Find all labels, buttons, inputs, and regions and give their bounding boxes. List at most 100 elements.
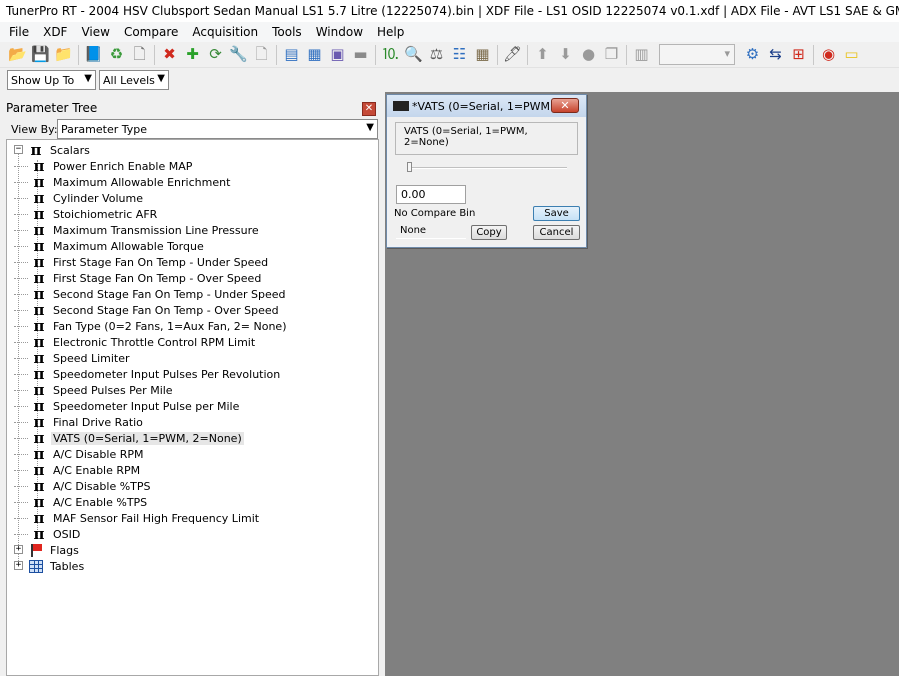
menu-tools[interactable]: Tools: [265, 22, 309, 42]
scalar-item[interactable]: π Second Stage Fan On Temp - Under Speed: [14, 286, 287, 302]
open-folder-button[interactable]: 📂: [6, 44, 29, 66]
grid-button[interactable]: ▦: [303, 44, 326, 66]
scalar-item[interactable]: π First Stage Fan On Temp - Under Speed: [14, 254, 270, 270]
toolbar-combo[interactable]: [659, 44, 735, 65]
copy-pages-button[interactable]: ❐: [600, 44, 623, 66]
scalar-item[interactable]: π A/C Disable RPM: [14, 446, 145, 462]
scalar-item[interactable]: π Cylinder Volume: [14, 190, 145, 206]
scalar-value-input[interactable]: 0.00: [396, 185, 466, 204]
collapse-toggle[interactable]: −: [14, 145, 23, 154]
dialog-title-bar[interactable]: *VATS (0=Serial, 1=PWM... ✕: [387, 95, 586, 117]
scalar-label: Fan Type (0=2 Fans, 1=Aux Fan, 2= None): [53, 319, 287, 333]
record-icon: ●: [581, 45, 596, 63]
expand-toggle[interactable]: +: [14, 545, 23, 554]
dialog-close-button[interactable]: ✕: [551, 98, 579, 113]
scalar-item[interactable]: π Speedometer Input Pulses Per Revolution: [14, 366, 282, 382]
panel-close-button[interactable]: ✕: [362, 102, 376, 116]
scalar-item[interactable]: π Second Stage Fan On Temp - Over Speed: [14, 302, 281, 318]
tree-node-tables[interactable]: + Tables: [13, 558, 86, 574]
toolbar-separator: [375, 44, 376, 65]
calculator-button[interactable]: ▦: [471, 44, 494, 66]
search-button[interactable]: 🔍: [402, 44, 425, 66]
hierarchy-icon: ☷: [452, 45, 467, 63]
copy-button[interactable]: Copy: [471, 225, 507, 240]
adx-button[interactable]: ♻: [105, 44, 128, 66]
scalar-item[interactable]: π Final Drive Ratio: [14, 414, 145, 430]
hierarchy-button[interactable]: ☷: [448, 44, 471, 66]
scalar-item[interactable]: π First Stage Fan On Temp - Over Speed: [14, 270, 263, 286]
parameter-tree[interactable]: − π Scalars π Power Enrich Enable MAP π Max…: [6, 139, 379, 676]
window-button[interactable]: ▤: [280, 44, 303, 66]
view-by-select[interactable]: Parameter Type ▼: [57, 119, 378, 139]
new-doc-button[interactable]: 🗋: [128, 44, 151, 66]
scalar-item[interactable]: π MAF Sensor Fail High Frequency Limit: [14, 510, 261, 526]
scalar-item[interactable]: π Stoichiometric AFR: [14, 206, 159, 222]
scalar-item[interactable]: π Speedometer Input Pulse per Mile: [14, 398, 241, 414]
tree-node-scalars[interactable]: − π Scalars: [13, 142, 92, 158]
menu-compare[interactable]: Compare: [117, 22, 185, 42]
add-button[interactable]: ✚: [181, 44, 204, 66]
save-button[interactable]: 💾: [29, 44, 52, 66]
dialog-button[interactable]: ▣: [326, 44, 349, 66]
menu-view[interactable]: View: [74, 22, 116, 42]
gauge-button[interactable]: ◉: [817, 44, 840, 66]
value-slider-track[interactable]: [407, 167, 567, 169]
value-slider-thumb[interactable]: [407, 162, 412, 172]
delete-button[interactable]: ✖: [158, 44, 181, 66]
compare-scale-button[interactable]: ⚖: [425, 44, 448, 66]
expand-toggle[interactable]: +: [14, 561, 23, 570]
menu-file[interactable]: File: [2, 22, 36, 42]
arrow-down-button[interactable]: ⬇: [554, 44, 577, 66]
scalar-item[interactable]: π Fan Type (0=2 Fans, 1=Aux Fan, 2= None): [14, 317, 289, 335]
plug-button[interactable]: 🖊: [501, 44, 524, 66]
pi-icon: π: [33, 237, 45, 255]
scalar-item[interactable]: π A/C Enable %TPS: [14, 494, 149, 510]
scalar-label: First Stage Fan On Temp - Over Speed: [53, 271, 262, 285]
scalar-item[interactable]: π VATS (0=Serial, 1=PWM, 2=None): [14, 430, 244, 446]
settings-gear-button[interactable]: ⚙: [741, 44, 764, 66]
scalar-label: Stoichiometric AFR: [53, 207, 158, 221]
levels-select[interactable]: All Levels ▼: [99, 70, 169, 90]
scalar-item[interactable]: π Speed Limiter: [14, 350, 132, 366]
save-button[interactable]: Save: [533, 206, 580, 221]
pi-icon: π: [30, 141, 42, 159]
tree-node-flags[interactable]: + Flags: [13, 542, 81, 558]
emulator-chip-button[interactable]: ⊞: [787, 44, 810, 66]
tree-guide-line: [14, 438, 28, 439]
scalar-label: Cylinder Volume: [53, 191, 143, 205]
scalar-item[interactable]: π Maximum Allowable Enrichment: [14, 174, 232, 190]
menu-help[interactable]: Help: [370, 22, 411, 42]
binary-icon: ⒑: [382, 45, 398, 63]
record-button[interactable]: ●: [577, 44, 600, 66]
open-bin-button[interactable]: 📁: [52, 44, 75, 66]
scalar-item[interactable]: π A/C Enable RPM: [14, 462, 142, 478]
note-button[interactable]: ▭: [840, 44, 863, 66]
binary-button[interactable]: ⒑: [379, 44, 402, 66]
menu-acquisition[interactable]: Acquisition: [185, 22, 265, 42]
menu-window[interactable]: Window: [309, 22, 370, 42]
cancel-button[interactable]: Cancel: [533, 225, 580, 240]
wrench-button[interactable]: 🔧: [227, 44, 250, 66]
tree-guide-line: [14, 358, 28, 359]
scalar-item[interactable]: π A/C Disable %TPS: [14, 478, 153, 494]
scalar-item[interactable]: π OSID: [14, 526, 82, 542]
note-icon: ▭: [844, 45, 859, 63]
chip-button[interactable]: ▥: [630, 44, 653, 66]
arrow-up-button[interactable]: ⬆: [531, 44, 554, 66]
show-up-to-select[interactable]: Show Up To ▼: [7, 70, 96, 90]
refresh-button[interactable]: ⟳: [204, 44, 227, 66]
scalar-item[interactable]: π Power Enrich Enable MAP: [14, 158, 194, 174]
scalar-item[interactable]: π Electronic Throttle Control RPM Limit: [14, 334, 257, 350]
scalar-item[interactable]: π Speed Pulses Per Mile: [14, 382, 175, 398]
page-button[interactable]: 🗋: [250, 44, 273, 66]
scalar-item[interactable]: π Maximum Transmission Line Pressure: [14, 222, 261, 238]
window-title: TunerPro RT - 2004 HSV Clubsport Sedan M…: [6, 4, 899, 18]
swap-arrows-button[interactable]: ⇆: [764, 44, 787, 66]
dialog-body: VATS (0=Serial, 1=PWM, 2=None) 0.00 No C…: [389, 117, 584, 245]
xdf-button[interactable]: 📘: [82, 44, 105, 66]
window-title-bar: TunerPro RT - 2004 HSV Clubsport Sedan M…: [0, 0, 899, 22]
menu-xdf[interactable]: XDF: [36, 22, 74, 42]
scalar-item[interactable]: π Maximum Allowable Torque: [14, 237, 206, 255]
pi-icon: π: [33, 317, 45, 335]
monitor-button[interactable]: ▬: [349, 44, 372, 66]
